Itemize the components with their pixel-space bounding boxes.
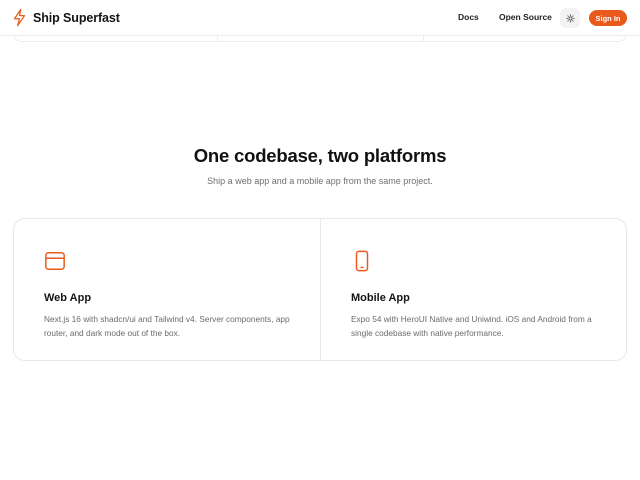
lightning-bolt-icon	[13, 8, 26, 27]
nav-link-docs[interactable]: Docs	[458, 12, 479, 22]
card-title: Mobile App	[351, 292, 410, 304]
brand-logo-link[interactable]: Ship Superfast	[12, 8, 120, 27]
card-title: Web App	[44, 292, 92, 304]
sign-in-button[interactable]: Sign In	[589, 10, 627, 26]
sun-icon	[565, 13, 575, 23]
card-description: Next.js 16 with shadcn/ui and Tailwind v…	[44, 314, 290, 338]
nav-link-open-source[interactable]: Open Source	[499, 12, 552, 22]
browser-window-icon	[45, 252, 65, 270]
theme-toggle-button[interactable]	[560, 8, 580, 28]
section-subtitle: Ship a web app and a mobile app from the…	[207, 176, 433, 186]
card-web-app: Web App Next.js 16 with shadcn/ui and Ta…	[14, 219, 320, 360]
section-title: One codebase, two platforms	[193, 145, 447, 166]
platform-cards: Web App Next.js 16 with shadcn/ui and Ta…	[13, 218, 627, 361]
brand-name: Ship Superfast	[33, 10, 120, 25]
card-mobile-app: Mobile App Expo 54 with HeroUI Native an…	[320, 219, 626, 360]
top-navbar: Ship Superfast Docs Open Source Sign In	[0, 0, 640, 36]
smartphone-icon	[355, 250, 369, 272]
card-description: Expo 54 with HeroUI Native and Uniwind. …	[351, 314, 592, 338]
